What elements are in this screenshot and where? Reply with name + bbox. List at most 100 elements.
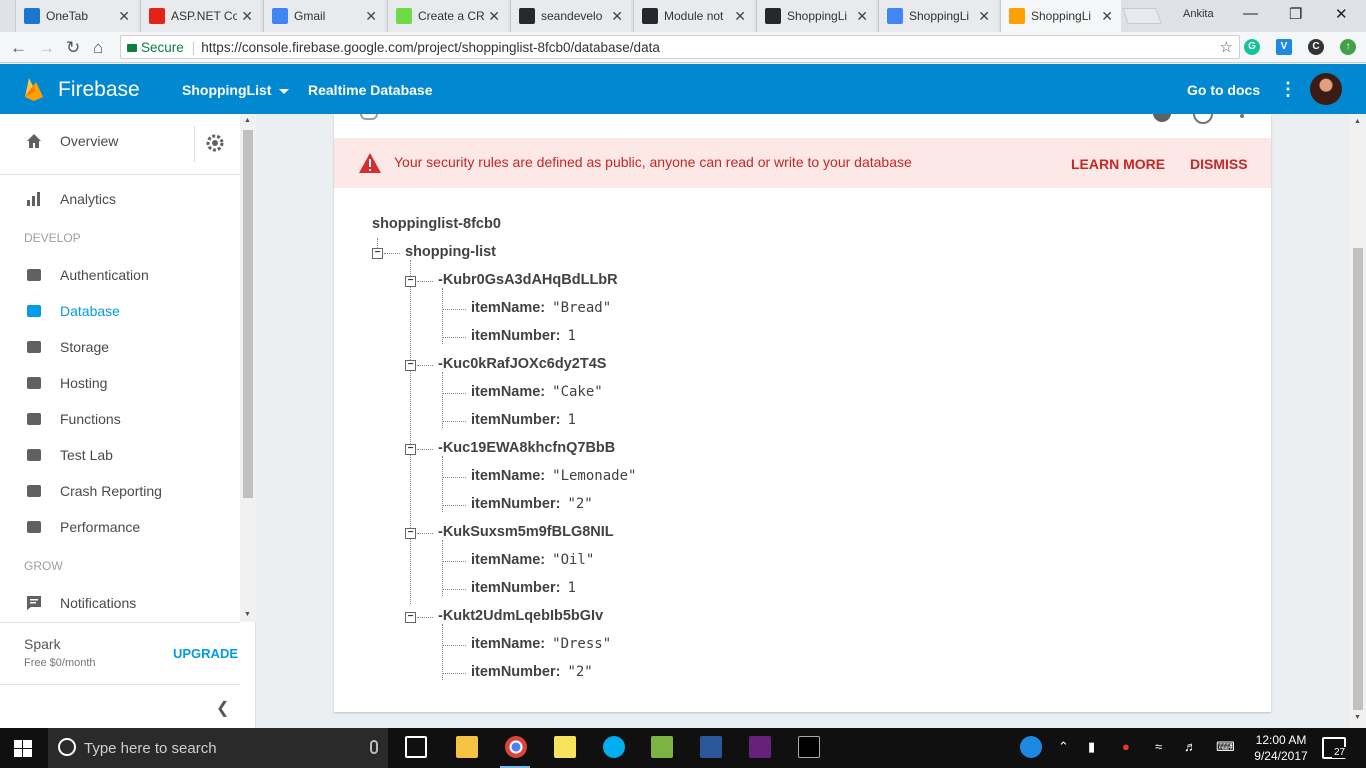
- learn-more-button[interactable]: LEARN MORE: [1071, 156, 1165, 172]
- sidebar-item-authentication[interactable]: Authentication: [0, 260, 240, 290]
- sidebar-item-hosting[interactable]: Hosting: [0, 368, 240, 398]
- avatar[interactable]: [1310, 73, 1342, 105]
- tree-field-item-number[interactable]: itemNumber: 1: [471, 580, 576, 596]
- word-icon[interactable]: [700, 736, 722, 758]
- tree-entry-key[interactable]: -Kubr0GsA3dAHqBdLLbR: [438, 272, 618, 288]
- bookmark-star-icon[interactable]: ☆: [1220, 38, 1233, 56]
- tree-entry-key[interactable]: -Kuc0kRafJOXc6dy2T4S: [438, 356, 606, 372]
- notepad-plus-icon[interactable]: [651, 736, 673, 758]
- collapse-toggle-icon[interactable]: −: [405, 612, 416, 623]
- forward-icon[interactable]: →: [38, 38, 55, 58]
- tree-field-item-number[interactable]: itemNumber: "2": [471, 664, 593, 680]
- command-prompt-icon[interactable]: [798, 736, 820, 758]
- sidebar-item-test-lab[interactable]: Test Lab: [0, 440, 240, 470]
- close-tab-icon[interactable]: ✕: [241, 8, 253, 25]
- browser-tab[interactable]: ASP.NET Co ✕: [140, 0, 261, 32]
- collapse-toggle-icon[interactable]: −: [372, 248, 383, 259]
- close-tab-icon[interactable]: ✕: [611, 8, 623, 25]
- grammarly-extension-icon[interactable]: G: [1244, 39, 1260, 55]
- skype-icon[interactable]: [603, 736, 625, 758]
- field-value[interactable]: "2": [567, 496, 592, 512]
- keyboard-icon[interactable]: ⌨: [1216, 739, 1235, 755]
- dismiss-button[interactable]: DISMISS: [1190, 156, 1248, 172]
- field-value[interactable]: 1: [567, 412, 575, 428]
- close-window-icon[interactable]: ✕: [1335, 5, 1348, 23]
- reload-icon[interactable]: ↻: [66, 38, 80, 58]
- secure-indicator[interactable]: Secure: [127, 40, 184, 55]
- browser-tab[interactable]: ShoppingLi ✕: [878, 0, 998, 32]
- extension-badge-icon[interactable]: C: [1308, 39, 1324, 55]
- new-tab-button[interactable]: [1122, 8, 1162, 24]
- clock[interactable]: 12:00 AM 9/24/2017: [1253, 732, 1309, 764]
- tree-field-item-name[interactable]: itemName: "Dress": [471, 636, 611, 652]
- help-tray-icon[interactable]: [1020, 736, 1042, 758]
- brand-title[interactable]: Firebase: [58, 78, 140, 102]
- tree-entry-key[interactable]: -Kukt2UdmLqebIb5bGIv: [438, 608, 603, 624]
- chrome-icon[interactable]: [505, 736, 527, 758]
- tree-field-item-name[interactable]: itemName: "Bread": [471, 300, 611, 316]
- profile-name[interactable]: Ankita: [1183, 8, 1214, 20]
- more-vert-icon[interactable]: [1240, 114, 1244, 118]
- page-scrollbar-thumb[interactable]: [1353, 248, 1363, 710]
- file-explorer-icon[interactable]: [456, 736, 478, 758]
- minimize-icon[interactable]: —: [1243, 5, 1258, 22]
- close-tab-icon[interactable]: ✕: [488, 8, 500, 25]
- more-vert-icon[interactable]: ⋮: [1279, 79, 1297, 100]
- sidebar-item-storage[interactable]: Storage: [0, 332, 240, 362]
- taskbar-search-box[interactable]: Type here to search: [48, 728, 388, 768]
- sidebar-item-crash-reporting[interactable]: Crash Reporting: [0, 476, 240, 506]
- field-value[interactable]: "Oil": [552, 552, 594, 568]
- collapse-toggle-icon[interactable]: −: [405, 360, 416, 371]
- tree-field-item-number[interactable]: itemNumber: "2": [471, 496, 593, 512]
- tree-list-node[interactable]: shopping-list: [405, 244, 496, 260]
- close-tab-icon[interactable]: ✕: [1101, 8, 1113, 25]
- tree-field-item-name[interactable]: itemName: "Oil": [471, 552, 594, 568]
- tree-field-item-number[interactable]: itemNumber: 1: [471, 328, 576, 344]
- browser-tab[interactable]: ShoppingLi ✕: [756, 0, 876, 32]
- browser-tab[interactable]: ShoppingLi ✕: [1000, 0, 1121, 32]
- antivirus-icon[interactable]: ●: [1122, 739, 1130, 754]
- scroll-down-icon[interactable]: ▼: [1354, 714, 1361, 721]
- project-selector[interactable]: ShoppingList: [182, 82, 290, 98]
- volume-icon[interactable]: ♬: [1184, 739, 1197, 754]
- sidebar-scrollbar-thumb[interactable]: [243, 130, 253, 498]
- gear-icon[interactable]: [204, 132, 226, 154]
- help-icon[interactable]: [1153, 114, 1171, 122]
- field-value[interactable]: "2": [567, 664, 592, 680]
- scroll-down-icon[interactable]: ▼: [244, 611, 251, 618]
- tree-field-item-name[interactable]: itemName: "Lemonade": [471, 468, 636, 484]
- close-tab-icon[interactable]: ✕: [118, 8, 130, 25]
- browser-tab[interactable]: Create a CR ✕: [387, 0, 508, 32]
- tree-root-node[interactable]: shoppinglist-8fcb0: [372, 216, 501, 232]
- tree-entry-key[interactable]: -KukSuxsm5m9fBLG8NIL: [438, 524, 614, 540]
- tree-entry-key[interactable]: -Kuc19EWA8khcfnQ7BbB: [438, 440, 615, 456]
- url-text[interactable]: https://console.firebase.google.com/proj…: [201, 40, 660, 55]
- scroll-up-icon[interactable]: ▲: [244, 117, 251, 124]
- close-tab-icon[interactable]: ✕: [978, 8, 990, 25]
- home-icon[interactable]: ⌂: [93, 38, 103, 58]
- microphone-icon[interactable]: [370, 740, 378, 754]
- close-tab-icon[interactable]: ✕: [365, 8, 377, 25]
- sidebar-item-functions[interactable]: Functions: [0, 404, 240, 434]
- wifi-icon[interactable]: ≈: [1155, 739, 1162, 754]
- close-tab-icon[interactable]: ✕: [734, 8, 746, 25]
- browser-tab[interactable]: OneTab ✕: [15, 0, 138, 32]
- field-value[interactable]: "Bread": [552, 300, 611, 316]
- sidebar-item-database[interactable]: Database: [0, 296, 240, 326]
- collapse-toggle-icon[interactable]: −: [405, 528, 416, 539]
- field-value[interactable]: "Lemonade": [552, 468, 636, 484]
- collapse-toggle-icon[interactable]: −: [405, 444, 416, 455]
- action-center-icon[interactable]: 27: [1322, 737, 1348, 759]
- tree-field-item-name[interactable]: itemName: "Cake": [471, 384, 603, 400]
- restore-icon[interactable]: ❐: [1289, 5, 1302, 23]
- go-to-docs-link[interactable]: Go to docs: [1187, 82, 1260, 98]
- field-value[interactable]: "Cake": [552, 384, 603, 400]
- field-value[interactable]: "Dress": [552, 636, 611, 652]
- close-tab-icon[interactable]: ✕: [856, 8, 868, 25]
- sidebar-item-performance[interactable]: Performance: [0, 512, 240, 542]
- battery-icon[interactable]: ▮: [1088, 739, 1095, 755]
- field-value[interactable]: 1: [567, 580, 575, 596]
- chevron-up-icon[interactable]: ⌃: [1058, 739, 1069, 755]
- visual-studio-icon[interactable]: [749, 736, 771, 758]
- sidebar-item-notifications[interactable]: Notifications: [0, 588, 240, 618]
